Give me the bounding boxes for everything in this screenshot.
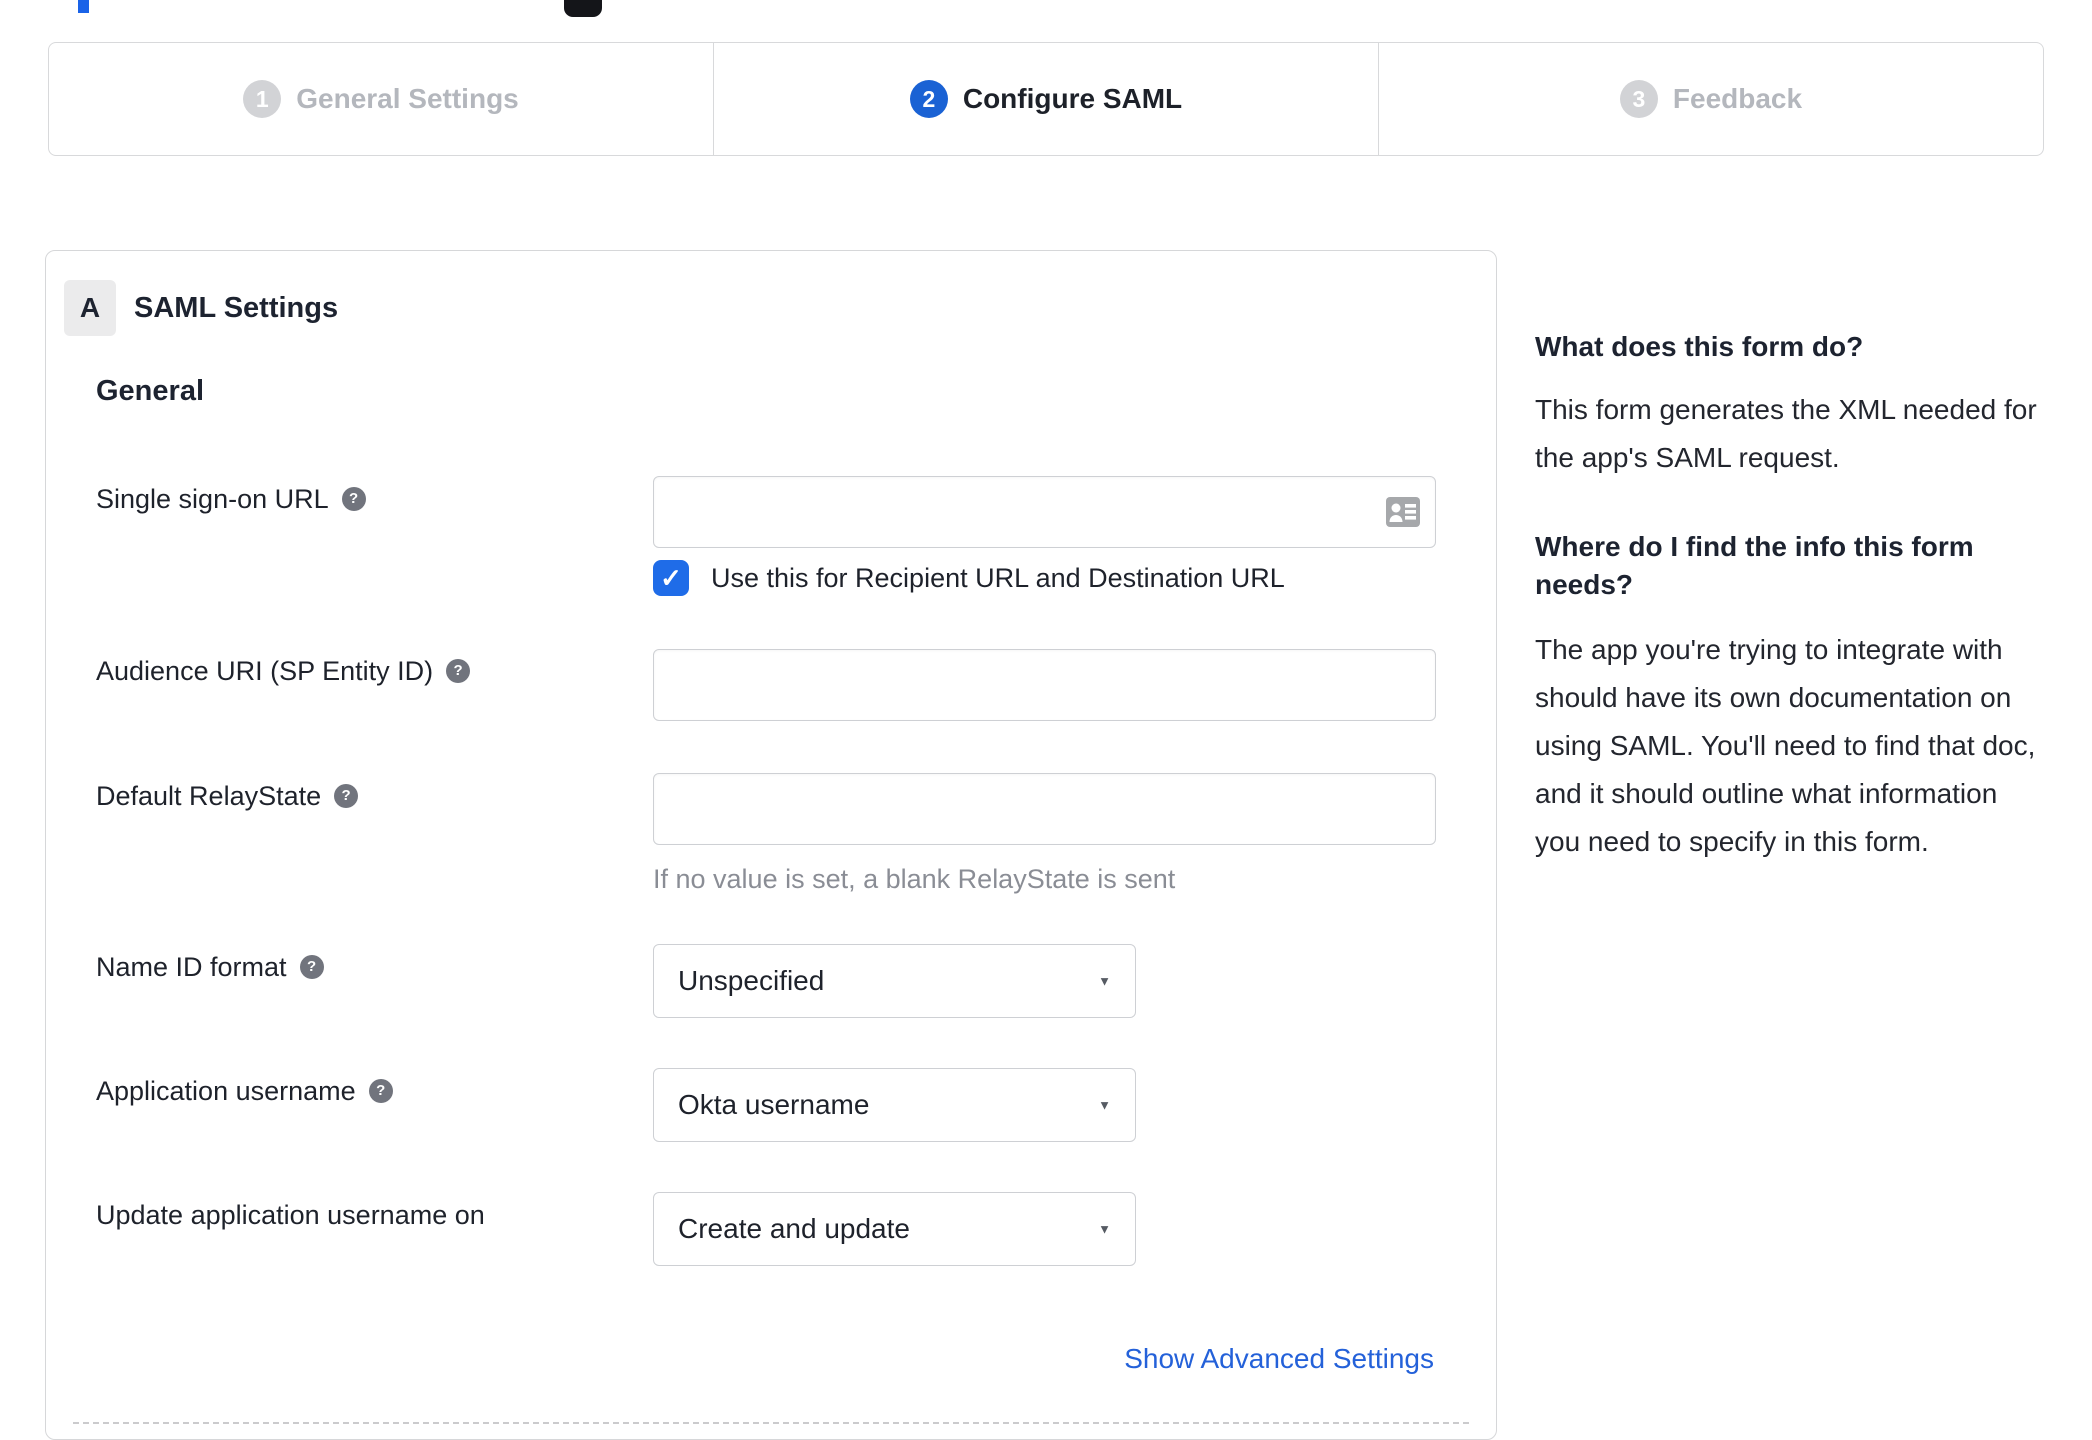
help-icon[interactable]: ?: [341, 487, 366, 511]
relay-state-label: Default RelayState ?: [96, 781, 359, 811]
audience-uri-input-wrap: [653, 649, 1436, 721]
general-section-heading: General: [96, 375, 204, 407]
update-username-select[interactable]: Create and update ▼: [653, 1192, 1136, 1266]
application-username-value: Okta username: [678, 1089, 870, 1120]
recipient-url-checkbox-label: Use this for Recipient URL and Destinati…: [711, 563, 1285, 593]
help-icon[interactable]: ?: [334, 784, 359, 808]
help-icon[interactable]: ?: [299, 955, 324, 979]
chevron-down-icon: ▼: [1098, 1097, 1111, 1113]
contact-card-icon: [1386, 496, 1420, 528]
section-a-badge: A: [64, 280, 116, 336]
help-question-2-heading: Where do I find the info this form needs…: [1535, 531, 1974, 600]
sso-url-input[interactable]: [653, 476, 1436, 548]
sso-url-input-wrap: [653, 476, 1436, 548]
panel-title: SAML Settings: [134, 292, 339, 324]
sso-url-label: Single sign-on URL ?: [96, 484, 366, 514]
show-advanced-settings-link[interactable]: Show Advanced Settings: [1124, 1343, 1434, 1375]
update-username-value: Create and update: [678, 1213, 910, 1244]
help-icon[interactable]: ?: [368, 1079, 393, 1103]
help-icon[interactable]: ?: [446, 659, 471, 683]
update-username-label: Update application username on: [96, 1200, 485, 1230]
chevron-down-icon: ▼: [1098, 973, 1111, 989]
cut-off-accent-fragment: [78, 0, 89, 13]
name-id-format-label: Name ID format ?: [96, 952, 324, 982]
check-icon: ✓: [660, 563, 682, 593]
wizard-stepper: 1 General Settings 2 Configure SAML 3 Fe…: [48, 42, 2044, 156]
relay-state-hint: If no value is set, a blank RelayState i…: [653, 864, 1176, 894]
application-username-label-text: Application username: [96, 1076, 356, 1106]
section-divider: [73, 1422, 1469, 1424]
saml-settings-panel: A SAML Settings General Single sign-on U…: [45, 250, 1497, 1440]
recipient-url-checkbox[interactable]: ✓: [653, 560, 689, 596]
help-question-1-heading: What does this form do?: [1535, 331, 1864, 362]
relay-state-label-text: Default RelayState: [96, 781, 322, 811]
step-3-label: Feedback: [1672, 83, 1803, 114]
sso-url-label-text: Single sign-on URL: [96, 484, 329, 514]
step-1-number-badge: 1: [243, 80, 282, 118]
step-feedback: 3 Feedback: [1378, 43, 2043, 155]
name-id-format-select[interactable]: Unspecified ▼: [653, 944, 1136, 1018]
relay-state-input-wrap: [653, 773, 1436, 845]
step-general-settings: 1 General Settings: [49, 43, 713, 155]
recipient-url-checkbox-row: ✓ Use this for Recipient URL and Destina…: [653, 560, 1285, 596]
help-question-1-body: This form generates the XML needed for t…: [1535, 394, 2037, 473]
step-2-number-badge: 2: [909, 80, 948, 118]
application-username-select[interactable]: Okta username ▼: [653, 1068, 1136, 1142]
step-1-label: General Settings: [296, 83, 519, 114]
help-question-2-body: The app you're trying to integrate with …: [1535, 634, 2036, 857]
chevron-down-icon: ▼: [1098, 1221, 1111, 1237]
step-configure-saml: 2 Configure SAML: [713, 43, 1378, 155]
relay-state-input[interactable]: [653, 773, 1436, 845]
audience-uri-label-text: Audience URI (SP Entity ID): [96, 656, 434, 686]
update-username-label-text: Update application username on: [96, 1200, 485, 1230]
name-id-format-value: Unspecified: [678, 965, 825, 996]
step-2-label: Configure SAML: [962, 83, 1183, 114]
audience-uri-label: Audience URI (SP Entity ID) ?: [96, 656, 471, 686]
step-3-number-badge: 3: [1619, 80, 1658, 118]
audience-uri-input[interactable]: [653, 649, 1436, 721]
application-username-label: Application username ?: [96, 1076, 393, 1106]
name-id-format-label-text: Name ID format: [96, 952, 287, 982]
cut-off-app-logo-icon: [564, 0, 602, 17]
